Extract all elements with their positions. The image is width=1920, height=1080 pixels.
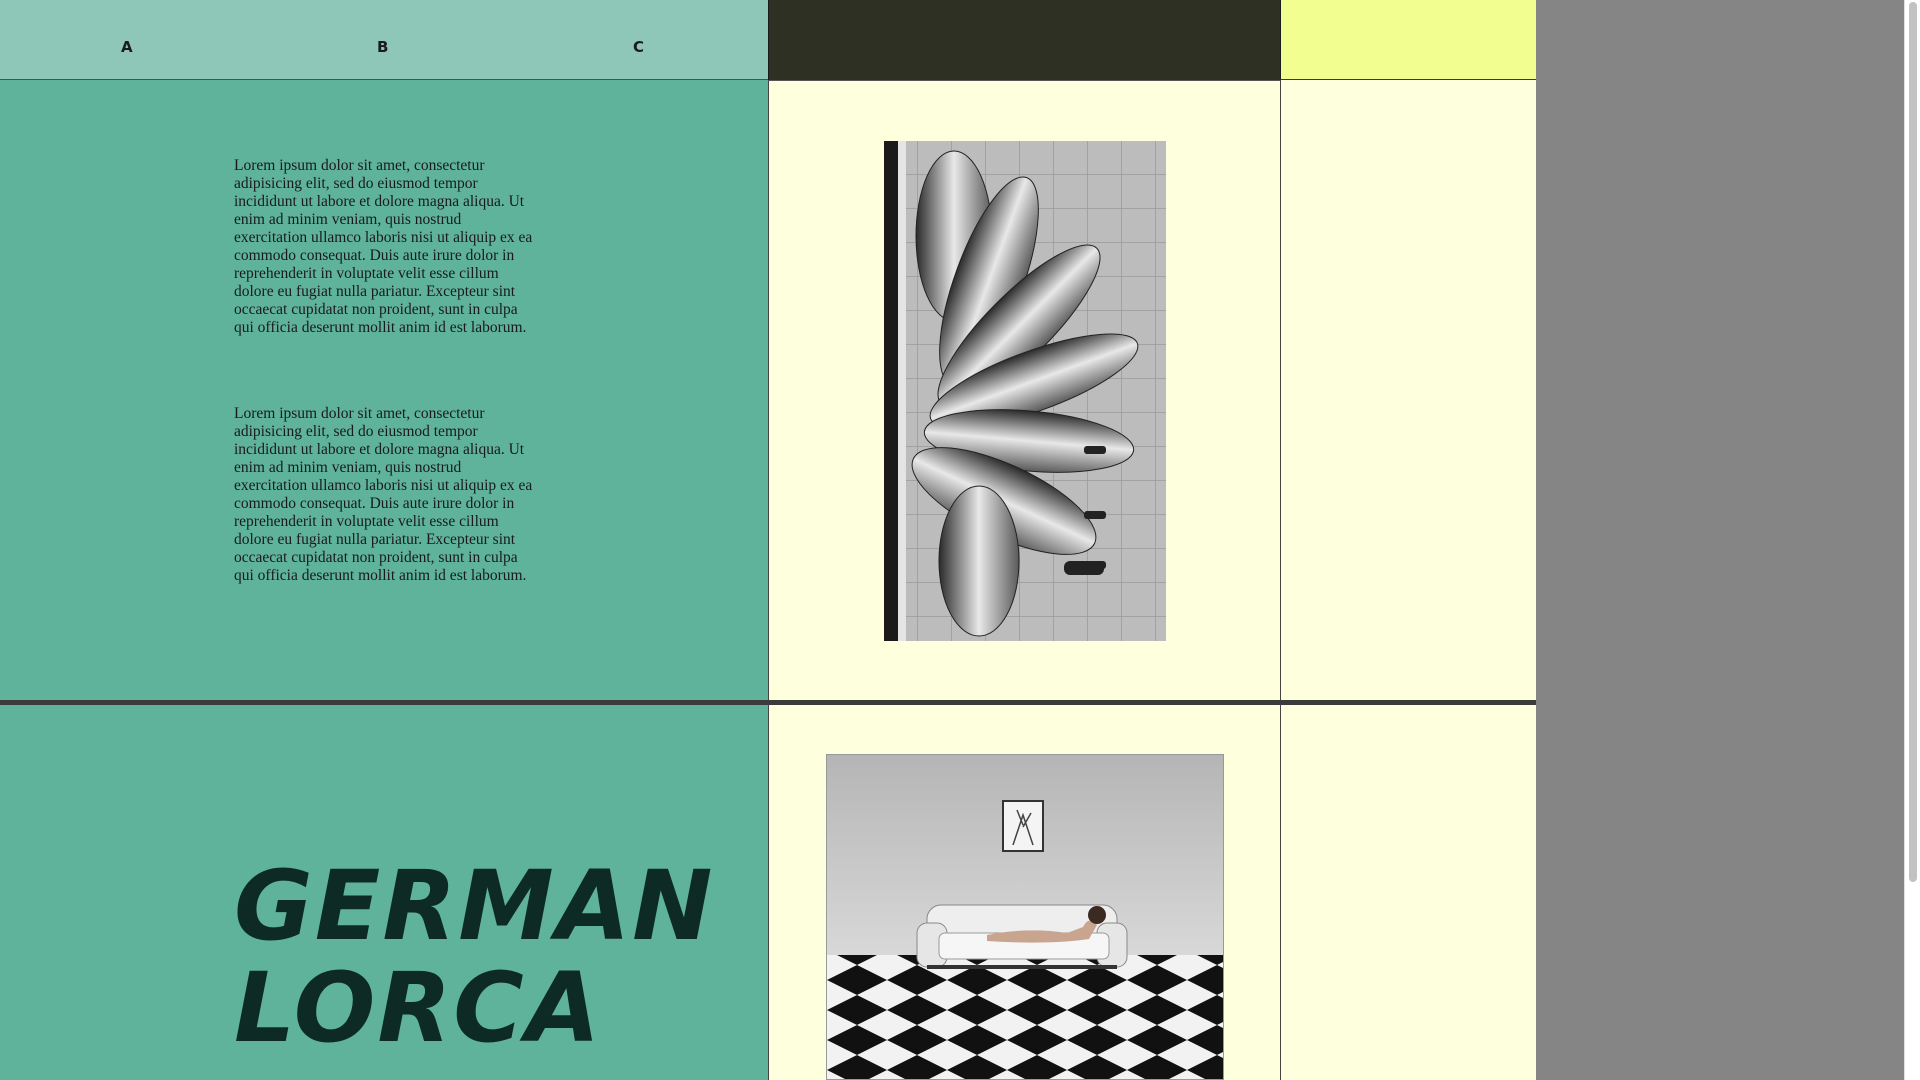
side-panel-bottom	[1280, 705, 1536, 1080]
headline: GERMAN LORCA	[234, 855, 714, 1059]
nav-item-c[interactable]: C	[633, 38, 644, 56]
headline-line-1: GERMAN	[234, 850, 715, 962]
sofa-checkerboard-photo	[826, 754, 1224, 1080]
plates-sink-photo	[884, 141, 1166, 641]
body-paragraph: Lorem ipsum dolor sit amet, consectetur …	[234, 157, 533, 336]
scrollbar-thumb[interactable]	[1909, 2, 1917, 882]
body-paragraph: Lorem ipsum dolor sit amet, consectetur …	[234, 405, 533, 584]
nav-item-a[interactable]: A	[121, 38, 133, 56]
header-dark-panel	[768, 0, 1280, 80]
header-yellow-panel	[1280, 0, 1536, 80]
top-nav: A B C	[0, 0, 768, 80]
headline-line-2: LORCA	[234, 952, 603, 1064]
page: A B C Lorem ipsum dolor sit amet, consec…	[0, 0, 1536, 1080]
scrollbar[interactable]	[1904, 0, 1920, 1080]
nav-item-b[interactable]: B	[377, 38, 388, 56]
side-panel-top	[1280, 80, 1536, 701]
